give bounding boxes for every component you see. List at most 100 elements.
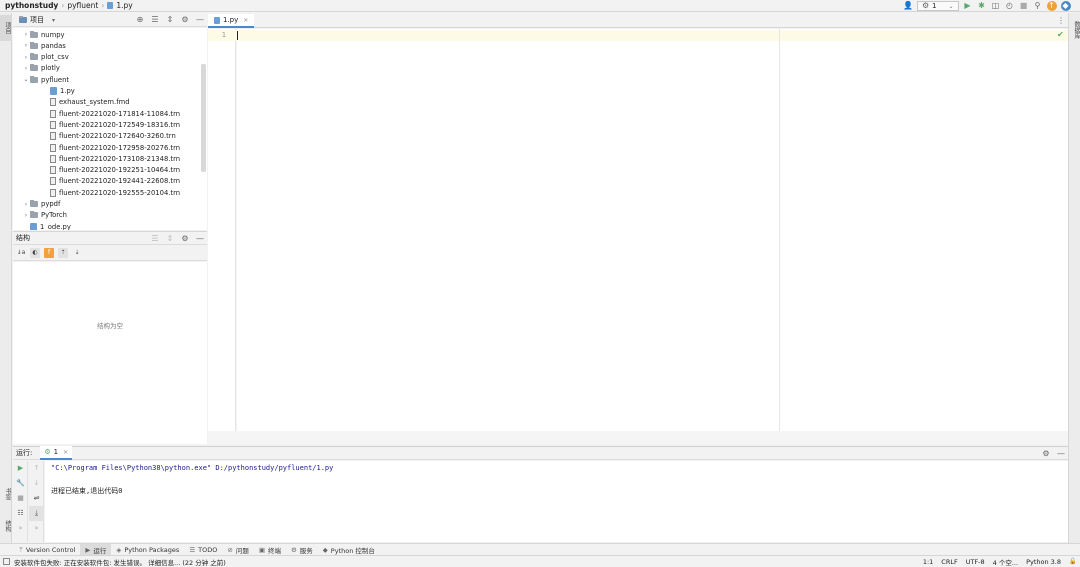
close-icon[interactable]: ✕ <box>63 449 68 456</box>
bottom-tab-todo[interactable]: ☰ TODO <box>184 544 222 556</box>
tree-file[interactable]: fluent-20221020-192441-22608.trn <box>42 176 180 187</box>
soft-wrap-icon[interactable]: ⇌ <box>29 491 44 506</box>
status-message[interactable]: 安装软件包失败: 正在安装软件包: 发生错误。 详细信息... (22 分钟 之… <box>14 557 226 567</box>
tree-file[interactable]: fluent-20221020-171814-11084.trn <box>42 108 180 119</box>
chevron-right-icon[interactable]: › <box>22 42 30 49</box>
hide-panel-icon[interactable]: — <box>1056 449 1066 459</box>
tree-file[interactable]: 1.py <box>42 86 75 97</box>
gear-icon[interactable]: ⚙ <box>180 15 190 25</box>
line-separator[interactable]: CRLF <box>941 558 957 566</box>
ide-logo-icon[interactable]: ◆ <box>1060 1 1071 11</box>
show-inherited-icon[interactable]: f <box>44 248 54 258</box>
tree-file[interactable]: fluent-20221020-192251-10464.trn <box>42 165 180 176</box>
code-editor[interactable] <box>237 29 1068 431</box>
tree-file[interactable]: exhaust_system.fmd <box>42 97 130 108</box>
chevron-right-icon[interactable]: › <box>22 201 30 208</box>
tree-file[interactable]: fluent-20221020-173108-21348.trn <box>42 153 180 164</box>
layout-icon[interactable]: ☷ <box>13 506 28 521</box>
bottom-tab-problems[interactable]: ⊘ 问题 <box>222 544 253 556</box>
show-fields-icon[interactable]: ◐ <box>30 248 40 258</box>
scroll-to-end-icon[interactable]: ⤓ <box>29 506 44 521</box>
inspection-ok-icon[interactable]: ✔ <box>1057 30 1064 39</box>
collapse-all-icon[interactable]: ⇕ <box>165 234 175 244</box>
project-tool-tab[interactable]: 项目 <box>0 15 12 41</box>
more-icon[interactable]: » <box>13 521 28 536</box>
file-icon <box>50 177 56 186</box>
search-icon[interactable]: ⚲ <box>1033 1 1043 11</box>
breadcrumb-folder[interactable]: pyfluent <box>67 1 98 10</box>
project-panel-title[interactable]: 项目 <box>30 15 44 25</box>
tree-scrollbar[interactable] <box>201 64 206 172</box>
tree-folder[interactable]: › plotly <box>22 63 60 74</box>
coverage-icon[interactable]: ◫ <box>991 1 1001 11</box>
scroll-up-icon[interactable]: ↑ <box>29 461 44 476</box>
bottom-tab-version-control[interactable]: ᛘ Version Control <box>14 544 80 556</box>
wrench-icon[interactable]: 🔧 <box>13 476 28 491</box>
breadcrumb-project[interactable]: pythonstudy <box>5 1 58 10</box>
stop-icon[interactable]: ■ <box>1019 1 1029 11</box>
bottom-tab-packages[interactable]: ◈ Python Packages <box>111 544 184 556</box>
run-config-select[interactable]: ⚙ 1 ⌄ <box>917 1 959 11</box>
expand-all-icon[interactable]: ☰ <box>150 15 160 25</box>
run-console-output[interactable]: "C:\Program Files\Python38\python.exe" D… <box>45 461 1068 542</box>
profile-icon[interactable]: ◴ <box>1005 1 1015 11</box>
tree-folder[interactable]: › plot_csv <box>22 52 69 63</box>
locate-file-icon[interactable]: ⊕ <box>135 15 145 25</box>
close-icon[interactable]: ✕ <box>243 17 248 24</box>
breadcrumb-file[interactable]: 1.py <box>116 1 132 10</box>
run-panel-title: 运行: <box>16 449 33 457</box>
more-tabs-icon[interactable]: ⋮ <box>1056 16 1066 26</box>
indent-setting[interactable]: 4 个空... <box>993 557 1018 567</box>
autoscroll-from-source-icon[interactable]: ⇣ <box>72 248 82 258</box>
run-icon[interactable]: ▶ <box>963 1 973 11</box>
bottom-tab-services[interactable]: ⚙ 服务 <box>286 544 318 556</box>
hide-panel-icon[interactable]: — <box>195 234 205 244</box>
more-icon[interactable]: » <box>29 521 44 536</box>
debug-icon[interactable]: ✱ <box>977 1 987 11</box>
python-interpreter[interactable]: Python 3.8 <box>1026 558 1061 566</box>
run-tab-1[interactable]: ⚙ 1 ✕ <box>40 446 73 460</box>
gear-icon[interactable]: ⚙ <box>1041 449 1051 459</box>
bottom-tab-run[interactable]: ▶ 运行 <box>80 543 112 556</box>
tree-folder[interactable]: ⌄ pyfluent <box>22 74 69 85</box>
caret-position[interactable]: 1:1 <box>923 558 933 566</box>
tree-file[interactable]: fluent-20221020-172640-3260.trn <box>42 131 176 142</box>
collapse-all-icon[interactable]: ⇕ <box>165 15 175 25</box>
bookmarks-tool-tab[interactable]: 书签 <box>0 483 12 505</box>
tree-folder[interactable]: › pypdf <box>22 199 60 210</box>
file-icon <box>50 154 56 163</box>
tree-file[interactable]: fluent-20221020-172958-20276.trn <box>42 142 180 153</box>
tree-file[interactable]: fluent-20221020-172549-18316.trn <box>42 119 180 130</box>
lock-icon[interactable]: 🔓 <box>1069 557 1076 567</box>
sort-alpha-icon[interactable]: ↓a <box>16 248 26 258</box>
file-encoding[interactable]: UTF-8 <box>966 558 985 566</box>
structure-body: 结构为空 <box>13 262 207 444</box>
tree-folder[interactable]: › pandas <box>22 40 66 51</box>
bottom-tab-label: 服务 <box>299 546 313 555</box>
editor-tab-1py[interactable]: 1.py ✕ <box>208 14 255 28</box>
bottom-tab-python-console[interactable]: ◆ Python 控制台 <box>318 544 380 556</box>
tree-file[interactable]: 1_ode.py <box>22 221 71 230</box>
tree-file[interactable]: fluent-20221020-192555-20104.trn <box>42 187 180 198</box>
autoscroll-to-source-icon[interactable]: ⇡ <box>58 248 68 258</box>
stop-icon[interactable]: ■ <box>13 491 28 506</box>
hide-panel-icon[interactable]: — <box>195 15 205 25</box>
user-icon[interactable]: 👤 <box>903 1 913 11</box>
database-tool-tab[interactable]: 数据库 <box>1069 15 1080 45</box>
tree-folder[interactable]: › numpy <box>22 29 65 40</box>
bottom-tab-terminal[interactable]: ▣ 终端 <box>254 544 286 556</box>
chevron-down-icon[interactable]: ▾ <box>52 17 55 24</box>
status-toggle-icon[interactable] <box>3 558 10 565</box>
gear-icon[interactable]: ⚙ <box>180 234 190 244</box>
chevron-right-icon[interactable]: › <box>22 65 30 72</box>
expand-all-icon[interactable]: ☰ <box>150 234 160 244</box>
structure-tool-tab[interactable]: 结构 <box>0 513 12 539</box>
update-icon[interactable]: ↑ <box>1046 1 1057 11</box>
tree-folder[interactable]: › PyTorch <box>22 210 67 221</box>
chevron-right-icon[interactable]: › <box>22 54 30 61</box>
chevron-down-icon[interactable]: ⌄ <box>22 76 30 83</box>
chevron-right-icon[interactable]: › <box>22 31 30 38</box>
rerun-icon[interactable]: ▶ <box>13 461 28 476</box>
scroll-down-icon[interactable]: ↓ <box>29 476 44 491</box>
chevron-right-icon[interactable]: › <box>22 212 30 219</box>
